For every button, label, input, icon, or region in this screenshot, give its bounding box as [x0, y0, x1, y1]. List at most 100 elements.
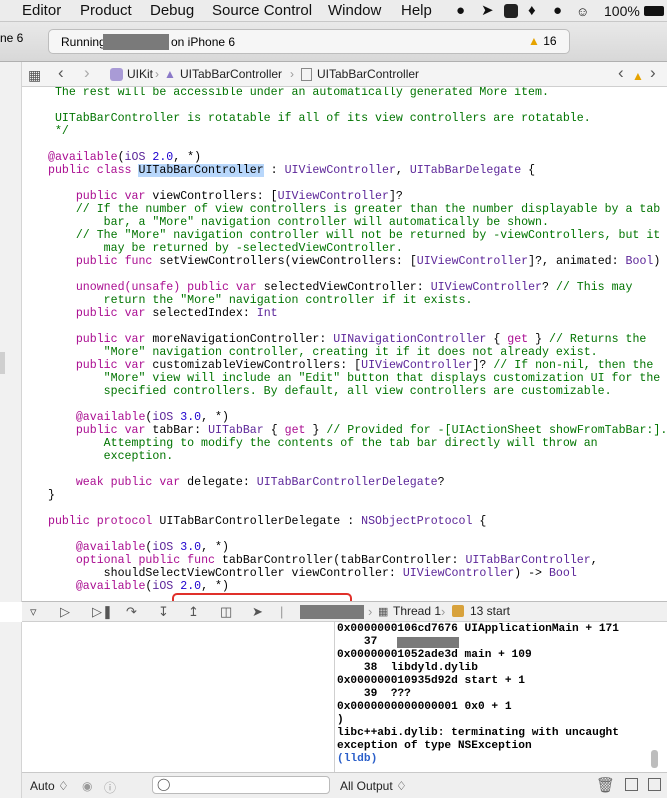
- source-editor[interactable]: The rest will be accessible under an aut…: [22, 87, 667, 602]
- split-left-icon[interactable]: [625, 778, 638, 791]
- code-line[interactable]: // If the number of view controllers is …: [48, 203, 667, 216]
- code-line[interactable]: Attempting to modify the contents of the…: [48, 437, 667, 450]
- breadcrumb-symbol[interactable]: UITabBarController: [317, 67, 419, 81]
- thread-label[interactable]: Thread 1: [393, 603, 441, 620]
- code-token: public: [75, 307, 118, 320]
- code-line[interactable]: [48, 463, 667, 476]
- code-line[interactable]: }: [48, 489, 667, 502]
- frame-label[interactable]: 13 start: [470, 603, 510, 620]
- menu-product[interactable]: Product: [80, 2, 132, 20]
- breadcrumb-module[interactable]: UIKit: [127, 67, 153, 81]
- code-line[interactable]: public var tabBar: UITabBar { get } // P…: [48, 424, 667, 437]
- code-line[interactable]: [48, 138, 667, 151]
- code-line[interactable]: weak public var delegate: UITabBarContro…: [48, 476, 667, 489]
- info-icon[interactable]: ⓘ: [104, 779, 116, 796]
- code-line[interactable]: public class UITabBarController : UIView…: [48, 164, 667, 177]
- code-line[interactable]: optional public func tabBarController(ta…: [48, 554, 667, 567]
- code-line[interactable]: @available(iOS 2.0, *): [48, 151, 667, 164]
- skype-icon[interactable]: ●: [553, 2, 562, 20]
- qq-icon[interactable]: ●: [456, 2, 465, 20]
- code-line[interactable]: bar, a "More" navigation controller will…: [48, 216, 667, 229]
- code-token: , *): [173, 151, 202, 164]
- code-line[interactable]: [48, 320, 667, 333]
- code-line[interactable]: public var viewControllers: [UIViewContr…: [48, 190, 667, 203]
- menu-debug[interactable]: Debug: [150, 2, 194, 20]
- step-over-icon[interactable]: ↷: [126, 603, 137, 620]
- code-line[interactable]: [48, 268, 667, 281]
- scheme-device-label[interactable]: ne 6: [0, 31, 23, 45]
- menu-help[interactable]: Help: [401, 2, 432, 20]
- split-right-icon[interactable]: [648, 778, 661, 791]
- variables-view[interactable]: [22, 622, 333, 772]
- code-token: shouldSelectViewController viewControlle…: [48, 567, 403, 580]
- code-line[interactable]: [48, 177, 667, 190]
- code-line[interactable]: [48, 398, 667, 411]
- code-token: Attempting to modify the contents of the…: [48, 437, 598, 450]
- code-line[interactable]: shouldSelectViewController viewControlle…: [48, 567, 667, 580]
- code-line[interactable]: [48, 528, 667, 541]
- code-line[interactable]: // The "More" navigation controller will…: [48, 229, 667, 242]
- code-line[interactable]: public var customizableViewControllers: …: [48, 359, 667, 372]
- code-line[interactable]: return the "More" navigation controller …: [48, 294, 667, 307]
- send-icon[interactable]: ➤: [481, 2, 494, 20]
- code-line[interactable]: "More" navigation controller, creating i…: [48, 346, 667, 359]
- code-line[interactable]: may be returned by -selectedViewControll…: [48, 242, 667, 255]
- code-line[interactable]: public var selectedIndex: Int: [48, 307, 667, 320]
- breadcrumb-file[interactable]: UITabBarController: [180, 67, 282, 81]
- step-into-icon[interactable]: ↧: [158, 603, 169, 620]
- menu-editor[interactable]: Editor: [22, 2, 61, 20]
- code-line[interactable]: The rest will be accessible under an aut…: [48, 87, 667, 99]
- code-token: 3.0: [180, 541, 202, 554]
- code-line[interactable]: exception.: [48, 450, 667, 463]
- variables-filter-input[interactable]: ◯: [152, 776, 330, 794]
- code-line[interactable]: @available(iOS 2.0, *): [48, 580, 667, 593]
- code-line[interactable]: public protocol UITabBarControllerDelega…: [48, 515, 667, 528]
- code-line[interactable]: [48, 502, 667, 515]
- forward-button[interactable]: ›: [84, 64, 90, 82]
- app-icon[interactable]: [504, 4, 518, 18]
- next-issue-button[interactable]: ›: [650, 64, 656, 82]
- evernote-icon[interactable]: ♦: [528, 2, 536, 20]
- trash-icon[interactable]: 🗑: [596, 776, 615, 794]
- console-output-selector[interactable]: All Output ♢: [340, 779, 407, 793]
- battery-icon[interactable]: [644, 6, 664, 16]
- menu-source-control[interactable]: Source Control: [212, 2, 312, 20]
- code-line[interactable]: @available(iOS 3.0, *): [48, 411, 667, 424]
- hide-debug-area-icon[interactable]: ▿: [30, 603, 37, 620]
- console-view[interactable]: 0x0000000106cd7676 UIApplicationMain + 1…: [334, 622, 667, 772]
- breakpoints-toggle-icon[interactable]: ▷: [60, 603, 70, 620]
- step-out-icon[interactable]: ↥: [188, 603, 199, 620]
- console-line: 39 ???: [337, 688, 411, 700]
- variables-scope-selector[interactable]: Auto ♢: [30, 779, 69, 793]
- code-line[interactable]: specified controllers. By default, all v…: [48, 385, 667, 398]
- menu-bar: Editor Product Debug Source Control Wind…: [0, 0, 667, 22]
- code-token: get: [284, 424, 306, 437]
- location-icon[interactable]: ➤: [252, 603, 263, 620]
- code-line[interactable]: public var moreNavigationController: UIN…: [48, 333, 667, 346]
- code-line[interactable]: public func setViewControllers(viewContr…: [48, 255, 667, 268]
- previous-issue-button[interactable]: ‹: [618, 64, 624, 82]
- code-line[interactable]: */: [48, 125, 667, 138]
- back-button[interactable]: ‹: [58, 64, 64, 82]
- continue-icon[interactable]: ▷❚: [92, 603, 113, 620]
- related-items-icon[interactable]: ▦: [28, 66, 41, 84]
- console-scrollbar[interactable]: [651, 750, 658, 768]
- code-token: {: [486, 333, 508, 346]
- navigator-collapse-tab[interactable]: [0, 352, 5, 374]
- warning-indicator[interactable]: ▲ 16: [528, 34, 557, 48]
- code-line[interactable]: @available(iOS 3.0, *): [48, 541, 667, 554]
- code-line[interactable]: unowned(unsafe) public var selectedViewC…: [48, 281, 667, 294]
- quick-look-icon[interactable]: ◉: [82, 779, 92, 793]
- console-output[interactable]: 0x0000000106cd7676 UIApplicationMain + 1…: [337, 623, 619, 766]
- menu-window[interactable]: Window: [328, 2, 381, 20]
- view-debugger-icon[interactable]: ◫: [220, 603, 232, 620]
- code-line[interactable]: "More" view will include an "Edit" butto…: [48, 372, 667, 385]
- wifi-icon[interactable]: ☺: [576, 3, 589, 21]
- code-text[interactable]: The rest will be accessible under an aut…: [48, 87, 667, 593]
- code-line[interactable]: UITabBarController is rotatable if all o…: [48, 112, 667, 125]
- code-line[interactable]: [48, 99, 667, 112]
